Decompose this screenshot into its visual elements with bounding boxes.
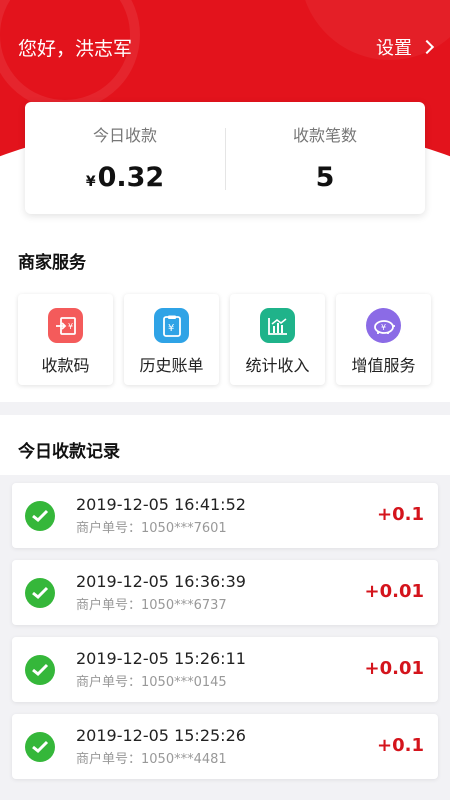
record-amount: +0.1	[377, 504, 424, 525]
record-time: 2019-12-05 15:26:11	[76, 649, 246, 668]
service-label: 统计收入	[245, 356, 310, 375]
svg-text:¥: ¥	[68, 322, 73, 331]
list-item[interactable]: 2019-12-05 15:25:26 商户单号：1050***4481 +0.…	[12, 714, 438, 779]
payment-count-block: 收款笔数 5	[225, 102, 425, 214]
today-amount-block: 今日收款 ¥0.32	[25, 102, 225, 214]
list-item[interactable]: 2019-12-05 16:36:39 商户单号：1050***6737 +0.…	[12, 560, 438, 625]
order-prefix: 商户单号：	[76, 521, 142, 536]
records-list: 2019-12-05 16:41:52 商户单号：1050***7601 +0.…	[12, 483, 438, 791]
piggy-bank-icon: ¥	[366, 308, 401, 343]
services-grid: ¥ 收款码 ¥ 历史账单 统计收入 ¥ 增值服务	[18, 294, 432, 385]
today-amount-value: ¥0.32	[25, 162, 225, 193]
list-item[interactable]: 2019-12-05 15:26:11 商户单号：1050***0145 +0.…	[12, 637, 438, 702]
wechat-pay-icon	[25, 577, 55, 608]
bill-icon: ¥	[154, 308, 189, 343]
wechat-pay-icon	[25, 654, 55, 685]
amount-number: 0.32	[97, 162, 165, 193]
settings-label: 设置	[376, 38, 412, 59]
order-prefix: 商户单号：	[76, 675, 142, 690]
greeting-text: 您好，洪志军	[18, 38, 133, 60]
qr-payment-icon: ¥	[48, 308, 83, 343]
service-label: 收款码	[41, 356, 90, 375]
payment-count-value: 5	[315, 162, 335, 193]
order-number: 1050***0145	[141, 675, 227, 690]
record-order: 商户单号：1050***7601	[76, 517, 246, 536]
service-label: 增值服务	[351, 356, 416, 375]
services-title: 商家服务	[18, 253, 86, 273]
list-item[interactable]: 2019-12-05 16:41:52 商户单号：1050***7601 +0.…	[12, 483, 438, 548]
record-order: 商户单号：1050***0145	[76, 671, 246, 690]
wechat-pay-icon	[25, 500, 55, 531]
order-number: 1050***4481	[141, 752, 227, 767]
record-time: 2019-12-05 16:36:39	[76, 572, 246, 591]
payment-count-label: 收款笔数	[292, 126, 357, 145]
record-order: 商户单号：1050***4481	[76, 748, 246, 767]
service-value-added[interactable]: ¥ 增值服务	[336, 294, 431, 385]
order-number: 1050***6737	[141, 598, 227, 613]
summary-card: 今日收款 ¥0.32 收款笔数 5	[25, 102, 425, 214]
settings-button[interactable]: 设置	[376, 34, 435, 60]
service-income-stats[interactable]: 统计收入	[230, 294, 325, 385]
order-number: 1050***7601	[141, 521, 227, 536]
wechat-pay-icon	[25, 731, 55, 762]
service-qr-payment[interactable]: ¥ 收款码	[18, 294, 113, 385]
order-prefix: 商户单号：	[76, 752, 142, 767]
record-amount: +0.1	[377, 735, 424, 756]
today-amount-label: 今日收款	[92, 126, 157, 145]
record-order: 商户单号：1050***6737	[76, 594, 246, 613]
service-history-bill[interactable]: ¥ 历史账单	[124, 294, 219, 385]
currency-symbol: ¥	[85, 174, 96, 190]
svg-text:¥: ¥	[381, 323, 386, 332]
order-prefix: 商户单号：	[76, 598, 142, 613]
chart-icon	[260, 308, 295, 343]
record-amount: +0.01	[364, 658, 425, 679]
service-label: 历史账单	[139, 356, 204, 375]
records-title: 今日收款记录	[18, 442, 120, 462]
svg-text:¥: ¥	[168, 323, 174, 334]
chevron-right-icon	[419, 39, 435, 55]
record-time: 2019-12-05 16:41:52	[76, 495, 246, 514]
record-time: 2019-12-05 15:25:26	[76, 726, 246, 745]
record-amount: +0.01	[364, 581, 425, 602]
